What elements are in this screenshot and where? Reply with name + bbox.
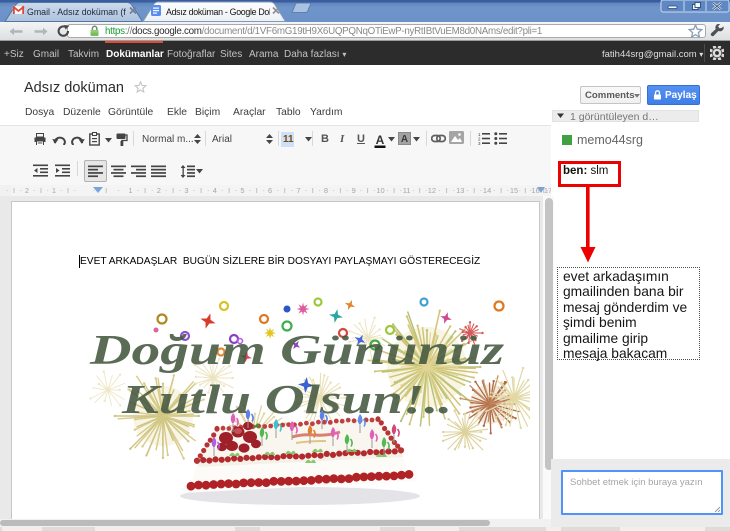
svg-text:Kutlu Olsun!..: Kutlu Olsun!..: [121, 376, 452, 422]
svg-text:10: 10: [376, 186, 384, 195]
svg-text:13: 13: [456, 186, 464, 195]
svg-text:5: 5: [240, 186, 244, 195]
svg-text:7: 7: [296, 186, 300, 195]
svg-text:15: 15: [510, 186, 518, 195]
svg-text:A: A: [401, 134, 408, 145]
svg-text:2: 2: [157, 186, 161, 195]
svg-text:4: 4: [213, 186, 217, 195]
svg-text:9: 9: [352, 186, 356, 195]
svg-text:8: 8: [324, 186, 328, 195]
svg-text:11: 11: [403, 186, 411, 195]
svg-text:3: 3: [184, 186, 188, 195]
svg-text:14: 14: [483, 186, 491, 195]
svg-text:1: 1: [128, 186, 132, 195]
svg-text:1: 1: [52, 186, 56, 195]
svg-text:6: 6: [268, 186, 272, 195]
svg-text:Doğum Gününüz: Doğum Gününüz: [89, 328, 505, 374]
svg-text:A: A: [376, 134, 385, 147]
svg-text:12: 12: [428, 186, 436, 195]
svg-text:3: 3: [478, 141, 481, 145]
svg-text:2: 2: [25, 186, 29, 195]
